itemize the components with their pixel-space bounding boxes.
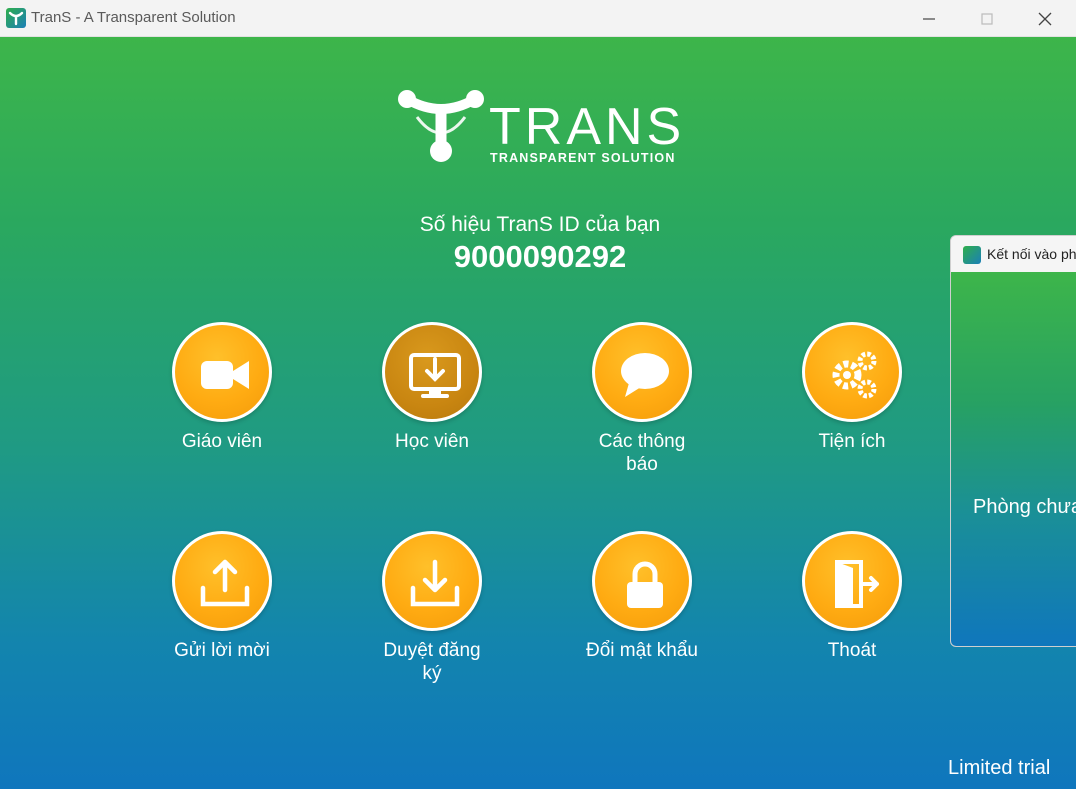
menu-item-doi-mat-khau[interactable]: Đổi mật khẩu: [562, 531, 722, 691]
menu-label: Học viên: [395, 431, 469, 452]
limited-trial-label: Limited trial: [948, 757, 1051, 779]
menu-label: Gửi lời mời: [174, 640, 270, 661]
trans-id-value: 9000090292: [453, 239, 627, 274]
tien-ich-button[interactable]: [802, 322, 902, 422]
exit-door-icon: [835, 560, 879, 608]
lock-icon: [627, 561, 663, 608]
download-tray-icon: [410, 559, 460, 607]
trans-logo: TRANS TRANSPARENT SOLUTION: [397, 89, 681, 169]
cac-thong-bao-button[interactable]: [592, 322, 692, 422]
menu-label: Các thông báo: [598, 431, 686, 475]
room-status-text: Phòng chưa: [973, 496, 1076, 518]
giao-vien-button[interactable]: [172, 322, 272, 422]
thoat-button[interactable]: [802, 531, 902, 631]
menu-item-duyet-dang-ky[interactable]: Duyệt đăng ký: [352, 531, 512, 691]
minimize-button[interactable]: [900, 0, 958, 37]
menu-label: Thoát: [827, 640, 877, 661]
trans-logo-icon: [398, 90, 484, 162]
doi-mat-khau-button[interactable]: [592, 531, 692, 631]
hoc-vien-button[interactable]: [382, 322, 482, 422]
gui-loi-moi-button[interactable]: [172, 531, 272, 631]
close-button[interactable]: [1016, 0, 1074, 37]
upload-tray-icon: [200, 559, 250, 607]
connect-window-title: Kết nối vào ph: [987, 246, 1076, 262]
menu-item-hoc-vien[interactable]: Học viên: [352, 322, 512, 482]
main-panel: TRANS TRANSPARENT SOLUTION Số hiệu TranS…: [0, 37, 1076, 789]
gears-icon: [832, 351, 877, 399]
menu-label: Duyệt đăng ký: [383, 640, 481, 684]
connect-window-body: Phòng chưa: [951, 272, 1076, 646]
menu-label: Đổi mật khẩu: [586, 640, 698, 661]
chat-bubble-icon: [621, 353, 669, 397]
maximize-button[interactable]: [958, 0, 1016, 37]
menu-item-gui-loi-moi[interactable]: Gửi lời mời: [142, 531, 302, 691]
window-title: TranS - A Transparent Solution: [31, 9, 236, 26]
menu-label: Giáo viên: [181, 431, 263, 452]
connect-room-window[interactable]: Kết nối vào ph Phòng chưa: [950, 235, 1076, 647]
menu-label: Tiện ích: [818, 431, 886, 452]
video-camera-icon: [201, 361, 249, 389]
title-bar: TranS - A Transparent Solution: [0, 0, 1076, 37]
logo-wordmark: TRANS: [489, 98, 686, 156]
menu-item-cac-thong-bao[interactable]: Các thông báo: [562, 322, 722, 482]
trans-id-label: Số hiệu TranS ID của bạn: [419, 213, 661, 236]
duyet-dang-ky-button[interactable]: [382, 531, 482, 631]
app-logo-icon: [6, 8, 26, 28]
connect-window-title-bar: Kết nối vào ph: [951, 236, 1076, 272]
app-logo-icon: [963, 246, 981, 264]
menu-item-tien-ich[interactable]: Tiện ích: [772, 322, 932, 482]
logo-tagline: TRANSPARENT SOLUTION: [490, 151, 676, 165]
menu-item-giao-vien[interactable]: Giáo viên: [142, 322, 302, 482]
monitor-download-icon: [409, 353, 461, 398]
menu-item-thoat[interactable]: Thoát: [772, 531, 932, 691]
